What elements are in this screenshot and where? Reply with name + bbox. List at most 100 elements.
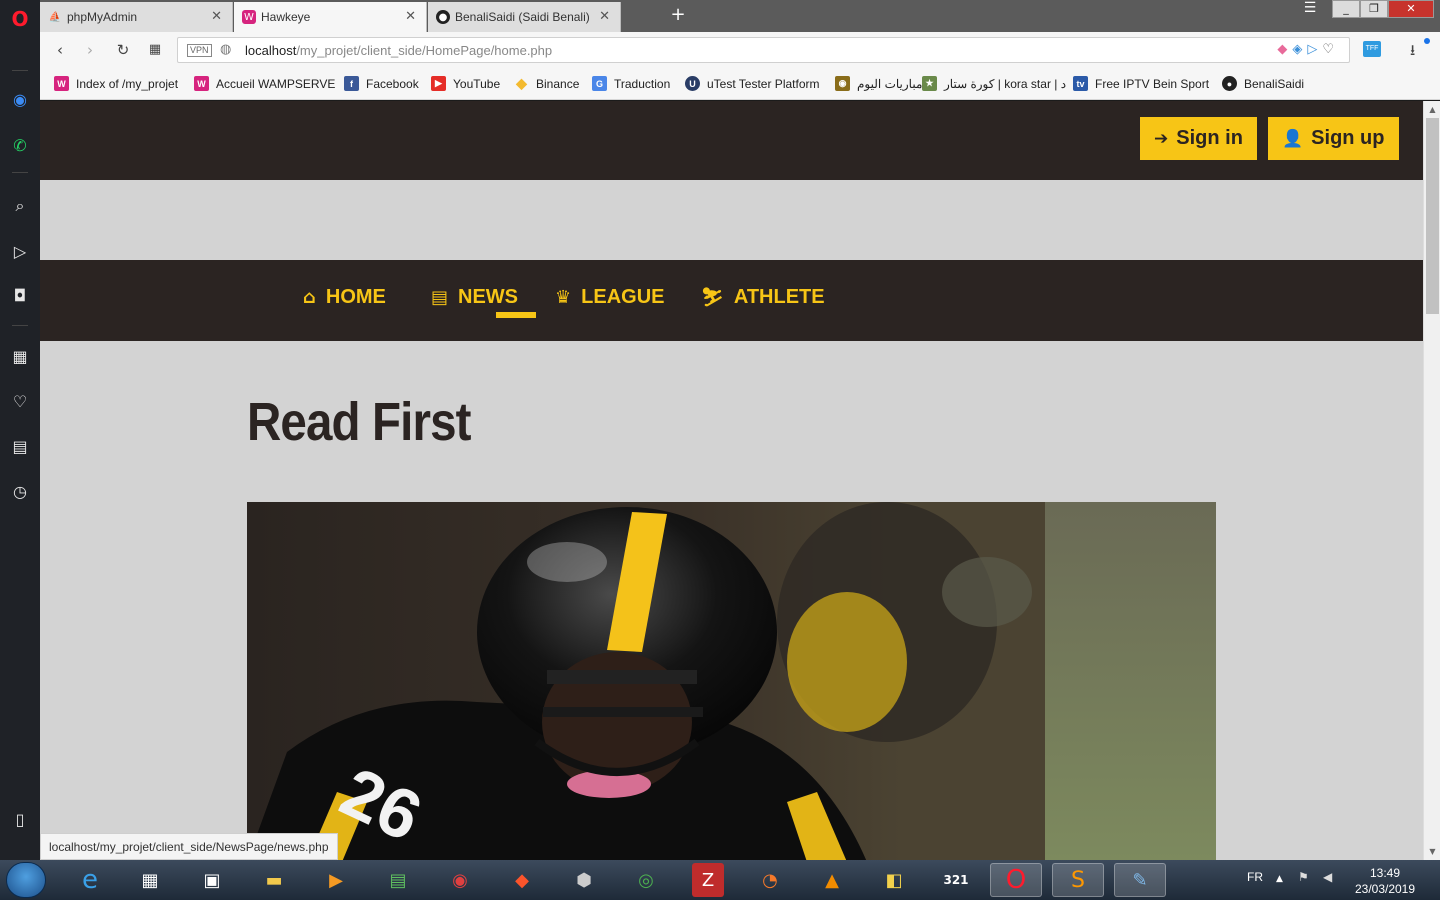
utest-icon: U — [685, 76, 700, 91]
bookmark-label: Free IPTV Bein Sport — [1095, 76, 1210, 91]
close-icon[interactable]: ✕ — [211, 9, 222, 24]
vpn-badge[interactable]: VPN — [187, 44, 212, 57]
nav-label: ATHLETE — [733, 286, 825, 308]
brave-icon[interactable]: ◆ — [496, 863, 548, 897]
news-icon[interactable]: ▤ — [0, 431, 40, 461]
tab-menu-icon[interactable]: ☰ — [1296, 0, 1324, 18]
file-explorer-icon[interactable]: ▬ — [248, 863, 300, 897]
remote-desktop-icon[interactable]: ▣ — [186, 863, 238, 897]
nav-label: NEWS — [458, 286, 519, 308]
extension-icon[interactable]: TFF — [1363, 41, 1381, 57]
url-text[interactable]: localhost/my_projet/client_side/HomePage… — [245, 43, 552, 58]
filezilla-icon[interactable]: Z — [692, 863, 724, 897]
skiing-icon: ⛷ — [701, 287, 724, 308]
page-scrollbar[interactable]: ▲ ▼ — [1423, 101, 1440, 860]
search-icon[interactable]: ⌕ — [0, 191, 40, 221]
cube-icon[interactable]: ◆ — [1277, 42, 1292, 57]
sidebar-toggle-icon[interactable]: ▯ — [0, 804, 40, 834]
nav-athlete[interactable]: ⛷ ATHLETE — [701, 286, 825, 309]
speed-dial-icon[interactable]: ▦ — [0, 341, 40, 371]
heart-icon[interactable]: ♡ — [1322, 42, 1339, 57]
opera-logo-icon[interactable]: O — [0, 4, 40, 34]
home-icon: ⌂ — [303, 287, 316, 308]
forward-button[interactable]: › — [80, 40, 100, 60]
tab-label: Hawkeye — [261, 10, 311, 24]
nav-home[interactable]: ⌂ HOME — [303, 286, 386, 309]
nav-news[interactable]: ▤ NEWS — [431, 286, 518, 309]
video-editor-icon[interactable]: 321 — [930, 863, 982, 897]
history-icon[interactable]: ◷ — [0, 476, 40, 506]
sign-up-button[interactable]: 👤 Sign up — [1268, 117, 1399, 160]
close-icon[interactable]: ✕ — [405, 9, 416, 24]
bookmark-matches[interactable]: ◉ مباريات اليوم — [835, 76, 922, 91]
calculator-icon[interactable]: ▦ — [124, 863, 176, 897]
maximize-button[interactable]: ❐ — [1360, 0, 1388, 18]
chrome-icon[interactable]: ◎ — [620, 863, 672, 897]
camera-icon[interactable]: ◘ — [0, 280, 40, 310]
sign-in-button[interactable]: ➔ Sign in — [1140, 117, 1257, 160]
volume-icon[interactable]: ◀ — [1323, 870, 1332, 884]
sublime-text-icon[interactable]: S — [1052, 863, 1104, 897]
scroll-thumb[interactable] — [1426, 118, 1439, 314]
bookmark-wampserver[interactable]: W Accueil WAMPSERVE — [194, 76, 335, 91]
minimize-button[interactable]: _ — [1332, 0, 1360, 18]
new-tab-button[interactable]: + — [668, 5, 688, 25]
nav-league[interactable]: ♛ LEAGUE — [555, 286, 664, 309]
security-app-icon[interactable]: ⬢ — [558, 863, 610, 897]
send-icon[interactable]: ▷ — [1307, 42, 1322, 57]
send-icon[interactable]: ▷ — [0, 236, 40, 266]
opera-taskbar-icon[interactable]: O — [990, 863, 1042, 897]
scroll-down-icon[interactable]: ▼ — [1424, 843, 1440, 860]
tray-expand-icon[interactable]: ▲ — [1276, 874, 1283, 884]
bookmark-github[interactable]: ● BenaliSaidi — [1222, 76, 1304, 91]
bookmark-traduction[interactable]: G Traduction — [592, 76, 670, 91]
whatsapp-icon[interactable]: ✆ — [0, 130, 40, 160]
bookmark-index[interactable]: W Index of /my_projet — [54, 76, 178, 91]
messenger-icon[interactable]: ◉ — [0, 84, 40, 114]
system-clock[interactable]: 13:49 23/03/2019 — [1350, 865, 1420, 897]
paint-icon[interactable]: ✎ — [1114, 863, 1166, 897]
facebook-icon: f — [344, 76, 359, 91]
blender-icon[interactable]: ◔ — [744, 863, 796, 897]
language-indicator[interactable]: FR — [1247, 870, 1263, 884]
tab-github[interactable]: ● BenaliSaidi (Saidi Benali) ✕ — [428, 2, 621, 32]
download-icon[interactable]: ⭳ — [1410, 40, 1415, 65]
user-plus-icon: 👤 — [1282, 128, 1304, 149]
sign-in-label: Sign in — [1176, 127, 1243, 149]
page-title: Read First — [247, 392, 471, 452]
close-icon[interactable]: ✕ — [599, 9, 610, 24]
scroll-up-icon[interactable]: ▲ — [1424, 101, 1440, 118]
address-actions[interactable]: ◆◈▷♡ — [1277, 42, 1339, 57]
start-button[interactable] — [6, 862, 46, 898]
reload-button[interactable]: ↻ — [113, 40, 133, 60]
bookmark-iptv[interactable]: tv Free IPTV Bein Sport — [1073, 76, 1209, 91]
bookmark-label: Index of /my_projet — [76, 76, 179, 91]
bookmark-facebook[interactable]: f Facebook — [344, 76, 419, 91]
bookmark-kora-star[interactable]: ★ كورة ستار | kora star | د — [922, 76, 1066, 91]
tab-phpmyadmin[interactable]: ⛵ phpMyAdmin ✕ — [40, 2, 233, 32]
bookmark-label: Traduction — [614, 76, 671, 91]
heart-icon[interactable]: ♡ — [0, 386, 40, 416]
vlc-icon[interactable]: ▲ — [806, 863, 858, 897]
bookmark-youtube[interactable]: ▶ YouTube — [431, 76, 500, 91]
speed-dial-button[interactable]: ▦ — [145, 40, 165, 60]
featured-news-image[interactable]: 26 — [247, 502, 1216, 860]
vivaldi-icon[interactable]: ◉ — [434, 863, 486, 897]
bookmark-utest[interactable]: UuTest Tester Platform — [685, 76, 820, 91]
bookmark-label: YouTube — [453, 76, 501, 91]
bookmark-label: مباريات اليوم — [857, 76, 923, 91]
matches-icon: ◉ — [835, 76, 850, 91]
tab-bar: ⛵ phpMyAdmin ✕ W Hawkeye ✕ ● BenaliSaidi… — [40, 0, 1440, 32]
url-field[interactable]: VPN ◍ localhost/my_projet/client_side/Ho… — [177, 37, 1350, 63]
translate-icon[interactable]: ◈ — [1292, 42, 1307, 57]
terminal-icon[interactable]: ▤ — [372, 863, 424, 897]
media-player-icon[interactable]: ▶ — [310, 863, 362, 897]
back-button[interactable]: ‹ — [50, 40, 70, 60]
tab-hawkeye[interactable]: W Hawkeye ✕ — [234, 2, 427, 32]
internet-explorer-icon[interactable]: e — [64, 863, 116, 897]
newspaper-icon: ▤ — [431, 287, 449, 308]
network-warning-icon[interactable]: ⚑ — [1298, 870, 1309, 884]
bookmark-binance[interactable]: ◆ Binance — [514, 75, 579, 91]
python-icon[interactable]: ◧ — [868, 863, 920, 897]
close-window-button[interactable]: ✕ — [1388, 0, 1434, 18]
